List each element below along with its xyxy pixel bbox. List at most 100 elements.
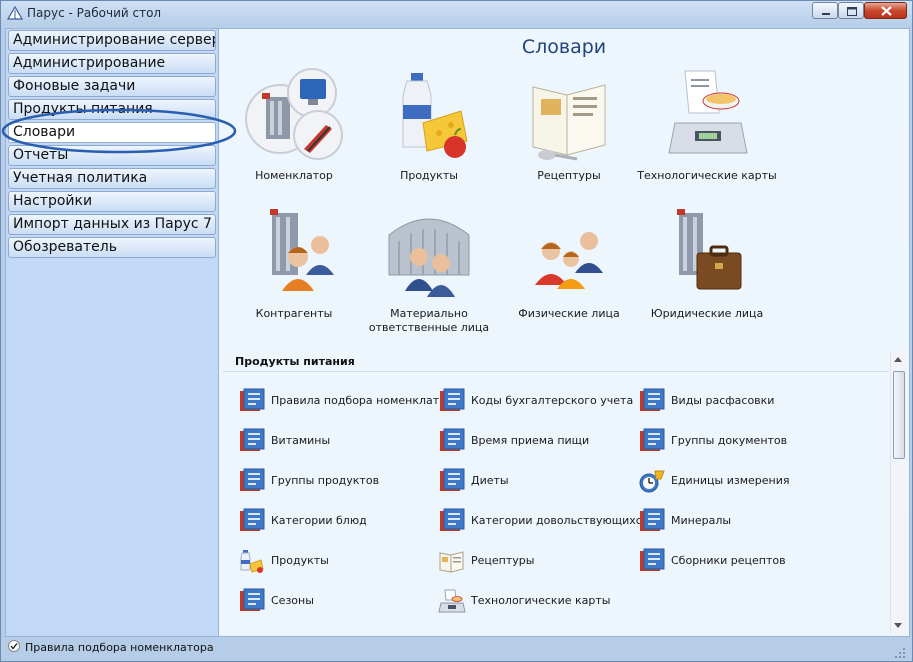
individuals-icon [535, 232, 603, 289]
status-bar: Правила подбора номенклатора [5, 637, 908, 657]
scroll-up-icon[interactable] [894, 357, 902, 362]
book-icon [440, 388, 465, 411]
window-title: Парус - Рабочий стол [27, 6, 162, 20]
link-minerals-label: Минералы [671, 514, 732, 527]
main-panel: Словари Номенклатор Продукты Рецептуры Т… [219, 29, 909, 636]
link-allowance-categories[interactable]: Категории довольствующихся [437, 508, 648, 534]
book-icon [440, 468, 465, 491]
link-recipes[interactable]: Рецептуры [437, 548, 637, 574]
book-icon [240, 388, 265, 411]
link-accounting-codes-label: Коды бухгалтерского учета [471, 394, 634, 407]
units-clock-icon [639, 470, 665, 493]
book-icon [640, 548, 665, 571]
tile-responsible-persons[interactable]: Материально ответственные лица [354, 205, 504, 335]
tile-responsible-persons-label-line1: Материально [390, 307, 468, 320]
tile-counterparties-label: Контрагенты [255, 307, 333, 320]
close-button[interactable] [864, 2, 907, 19]
annotation-ellipse [1, 108, 237, 154]
link-products-label: Продукты [271, 554, 329, 567]
tile-tech-cards[interactable]: Технологические карты [632, 67, 782, 183]
tile-individuals-label: Физические лица [518, 307, 620, 320]
minimize-button[interactable] [812, 2, 838, 19]
book-icon [240, 428, 265, 451]
link-meal-time-label: Время приема пищи [471, 434, 590, 447]
sidebar-item-background-tasks[interactable]: Фоновые задачи [8, 76, 216, 97]
link-document-groups[interactable]: Группы документов [637, 428, 837, 454]
products-small-icon [240, 550, 264, 573]
scrollbar-thumb[interactable] [893, 371, 905, 459]
tile-products[interactable]: Продукты [354, 67, 504, 183]
resize-grip-icon[interactable] [894, 647, 906, 659]
tile-legal-entities[interactable]: Юридические лица [632, 205, 782, 321]
link-tech-cards-label: Технологические карты [471, 594, 611, 607]
book-icon [640, 428, 665, 451]
counterparties-icon [270, 209, 334, 291]
book-icon [440, 508, 465, 531]
scale-small-icon [438, 589, 466, 613]
link-nomenclature-rules-label: Правила подбора номенклат... [271, 394, 450, 407]
tile-products-label: Продукты [400, 169, 458, 182]
sidebar-item-import[interactable]: Импорт данных из Парус 7 [8, 214, 216, 235]
link-diets[interactable]: Диеты [437, 468, 637, 494]
link-product-groups[interactable]: Группы продуктов [237, 468, 437, 494]
link-nomenclature-rules[interactable]: Правила подбора номенклат... [237, 388, 450, 414]
link-minerals[interactable]: Минералы [637, 508, 837, 534]
link-accounting-codes[interactable]: Коды бухгалтерского учета [437, 388, 637, 414]
app-window: Парус - Рабочий стол Администрирование с… [0, 0, 913, 662]
status-text: Правила подбора номенклатора [25, 641, 214, 654]
sidebar-item-browser[interactable]: Обозреватель [8, 237, 216, 258]
book-icon [240, 468, 265, 491]
tile-legal-entities-label: Юридические лица [650, 307, 764, 320]
maximize-button[interactable] [838, 2, 864, 19]
recipe-book-icon [532, 84, 606, 161]
link-vitamins-label: Витамины [271, 434, 331, 447]
link-packaging-types[interactable]: Виды расфасовки [637, 388, 837, 414]
link-vitamins[interactable]: Витамины [237, 428, 437, 454]
link-products[interactable]: Продукты [237, 548, 437, 574]
link-seasons-label: Сезоны [271, 594, 314, 607]
tile-counterparties[interactable]: Контрагенты [219, 205, 369, 321]
products-icon [402, 73, 468, 158]
scroll-down-icon[interactable] [894, 623, 902, 628]
section-scrollbar[interactable] [890, 351, 908, 634]
app-icon [7, 6, 23, 20]
link-allowance-categories-label: Категории довольствующихся [471, 514, 649, 527]
book-icon [240, 508, 265, 531]
link-dish-categories-label: Категории блюд [271, 514, 367, 527]
link-tech-cards[interactable]: Технологические карты [437, 588, 637, 614]
link-recipes-label: Рецептуры [471, 554, 535, 567]
tile-responsible-persons-label: Материально ответственные лица [354, 307, 504, 335]
link-dish-categories[interactable]: Категории блюд [237, 508, 437, 534]
link-recipe-collections[interactable]: Сборники рецептов [637, 548, 837, 574]
link-recipe-collections-label: Сборники рецептов [671, 554, 786, 567]
sidebar-item-admin[interactable]: Администрирование [8, 53, 216, 74]
link-units-label: Единицы измерения [671, 474, 790, 487]
book-icon [640, 508, 665, 531]
tile-recipes[interactable]: Рецептуры [494, 67, 644, 183]
link-diets-label: Диеты [471, 474, 509, 487]
sidebar-item-server-admin[interactable]: Администрирование сервера [8, 30, 216, 51]
close-icon [881, 6, 892, 16]
tech-card-scale-icon [668, 70, 748, 154]
sidebar-item-accounting-policy[interactable]: Учетная политика [8, 168, 216, 189]
tile-responsible-persons-label-line2: ответственные лица [368, 321, 490, 334]
title-bar[interactable]: Парус - Рабочий стол [1, 1, 912, 25]
nomenclator-icon [245, 68, 343, 160]
minimize-icon [822, 13, 830, 15]
tile-individuals[interactable]: Физические лица [494, 205, 644, 321]
section-title: Продукты питания [235, 355, 355, 368]
link-seasons[interactable]: Сезоны [237, 588, 437, 614]
recipe-small-icon [439, 551, 464, 573]
legal-entities-icon [677, 209, 742, 290]
link-units[interactable]: Единицы измерения [637, 468, 837, 494]
tile-nomenclator[interactable]: Номенклатор [219, 67, 369, 183]
link-meal-time[interactable]: Время приема пищи [437, 428, 637, 454]
link-product-groups-label: Группы продуктов [271, 474, 380, 487]
book-icon [240, 588, 265, 611]
tile-nomenclator-label: Номенклатор [255, 169, 333, 182]
sidebar-item-settings[interactable]: Настройки [8, 191, 216, 212]
link-packaging-types-label: Виды расфасовки [671, 394, 775, 407]
book-icon [440, 428, 465, 451]
link-document-groups-label: Группы документов [671, 434, 788, 447]
maximize-icon [847, 7, 857, 16]
